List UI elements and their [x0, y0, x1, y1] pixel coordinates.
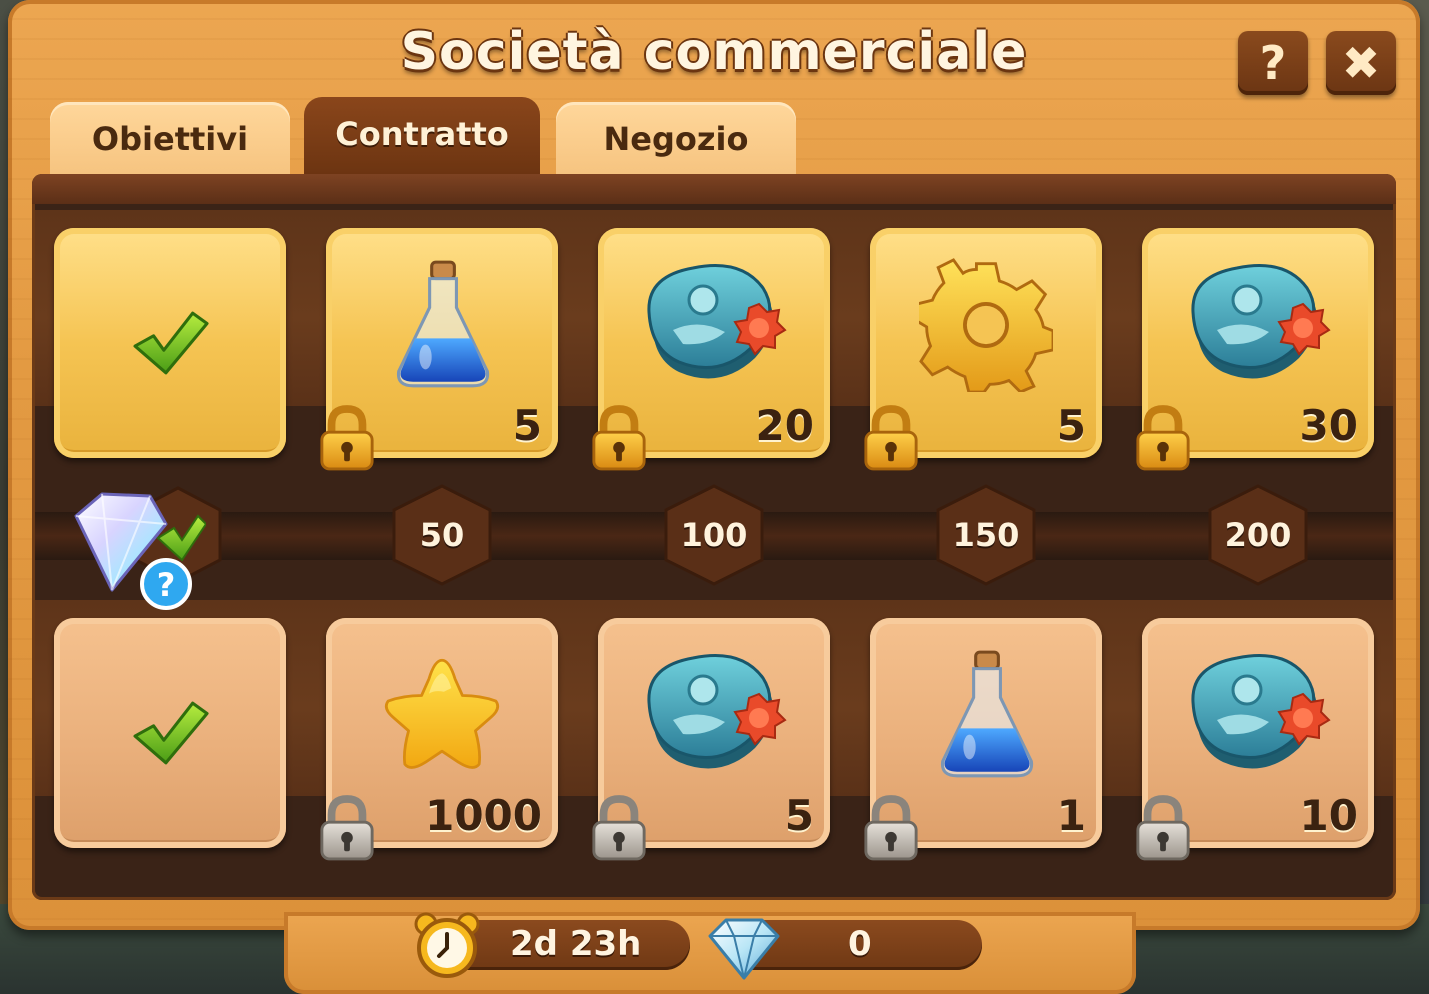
diamond-icon	[708, 918, 780, 980]
milestone-100: 100	[680, 516, 748, 554]
svg-text:?: ?	[157, 566, 176, 604]
reward-quantity: 1000	[425, 791, 542, 840]
fossil-card-icon	[639, 650, 789, 780]
check-icon	[128, 697, 212, 769]
fossil-card-icon	[1183, 650, 1333, 780]
free-reward-slot-3[interactable]: 5	[598, 618, 830, 848]
star-icon	[377, 653, 507, 777]
potion-icon	[934, 648, 1038, 782]
alarm-clock-icon	[414, 912, 480, 978]
free-reward-slot-1[interactable]	[54, 618, 286, 848]
reward-quantity: 10	[1299, 791, 1358, 840]
lock-grey-icon	[1134, 794, 1192, 864]
milestone-200: 200	[1224, 516, 1292, 554]
lock-grey-icon	[590, 794, 648, 864]
diamond-count: 0	[848, 924, 872, 964]
free-reward-slot-2[interactable]: 1000	[326, 618, 558, 848]
milestone-50: 50	[419, 516, 465, 554]
milestone-150: 150	[952, 516, 1020, 554]
premium-gem-icon[interactable]: ?	[66, 486, 206, 612]
lock-grey-icon	[318, 794, 376, 864]
free-reward-slot-5[interactable]: 10	[1142, 618, 1374, 848]
timer-text: 2d 23h	[510, 924, 642, 964]
lock-grey-icon	[862, 794, 920, 864]
free-reward-slot-4[interactable]: 1	[870, 618, 1102, 848]
reward-quantity: 5	[784, 791, 814, 840]
reward-quantity: 1	[1056, 791, 1086, 840]
